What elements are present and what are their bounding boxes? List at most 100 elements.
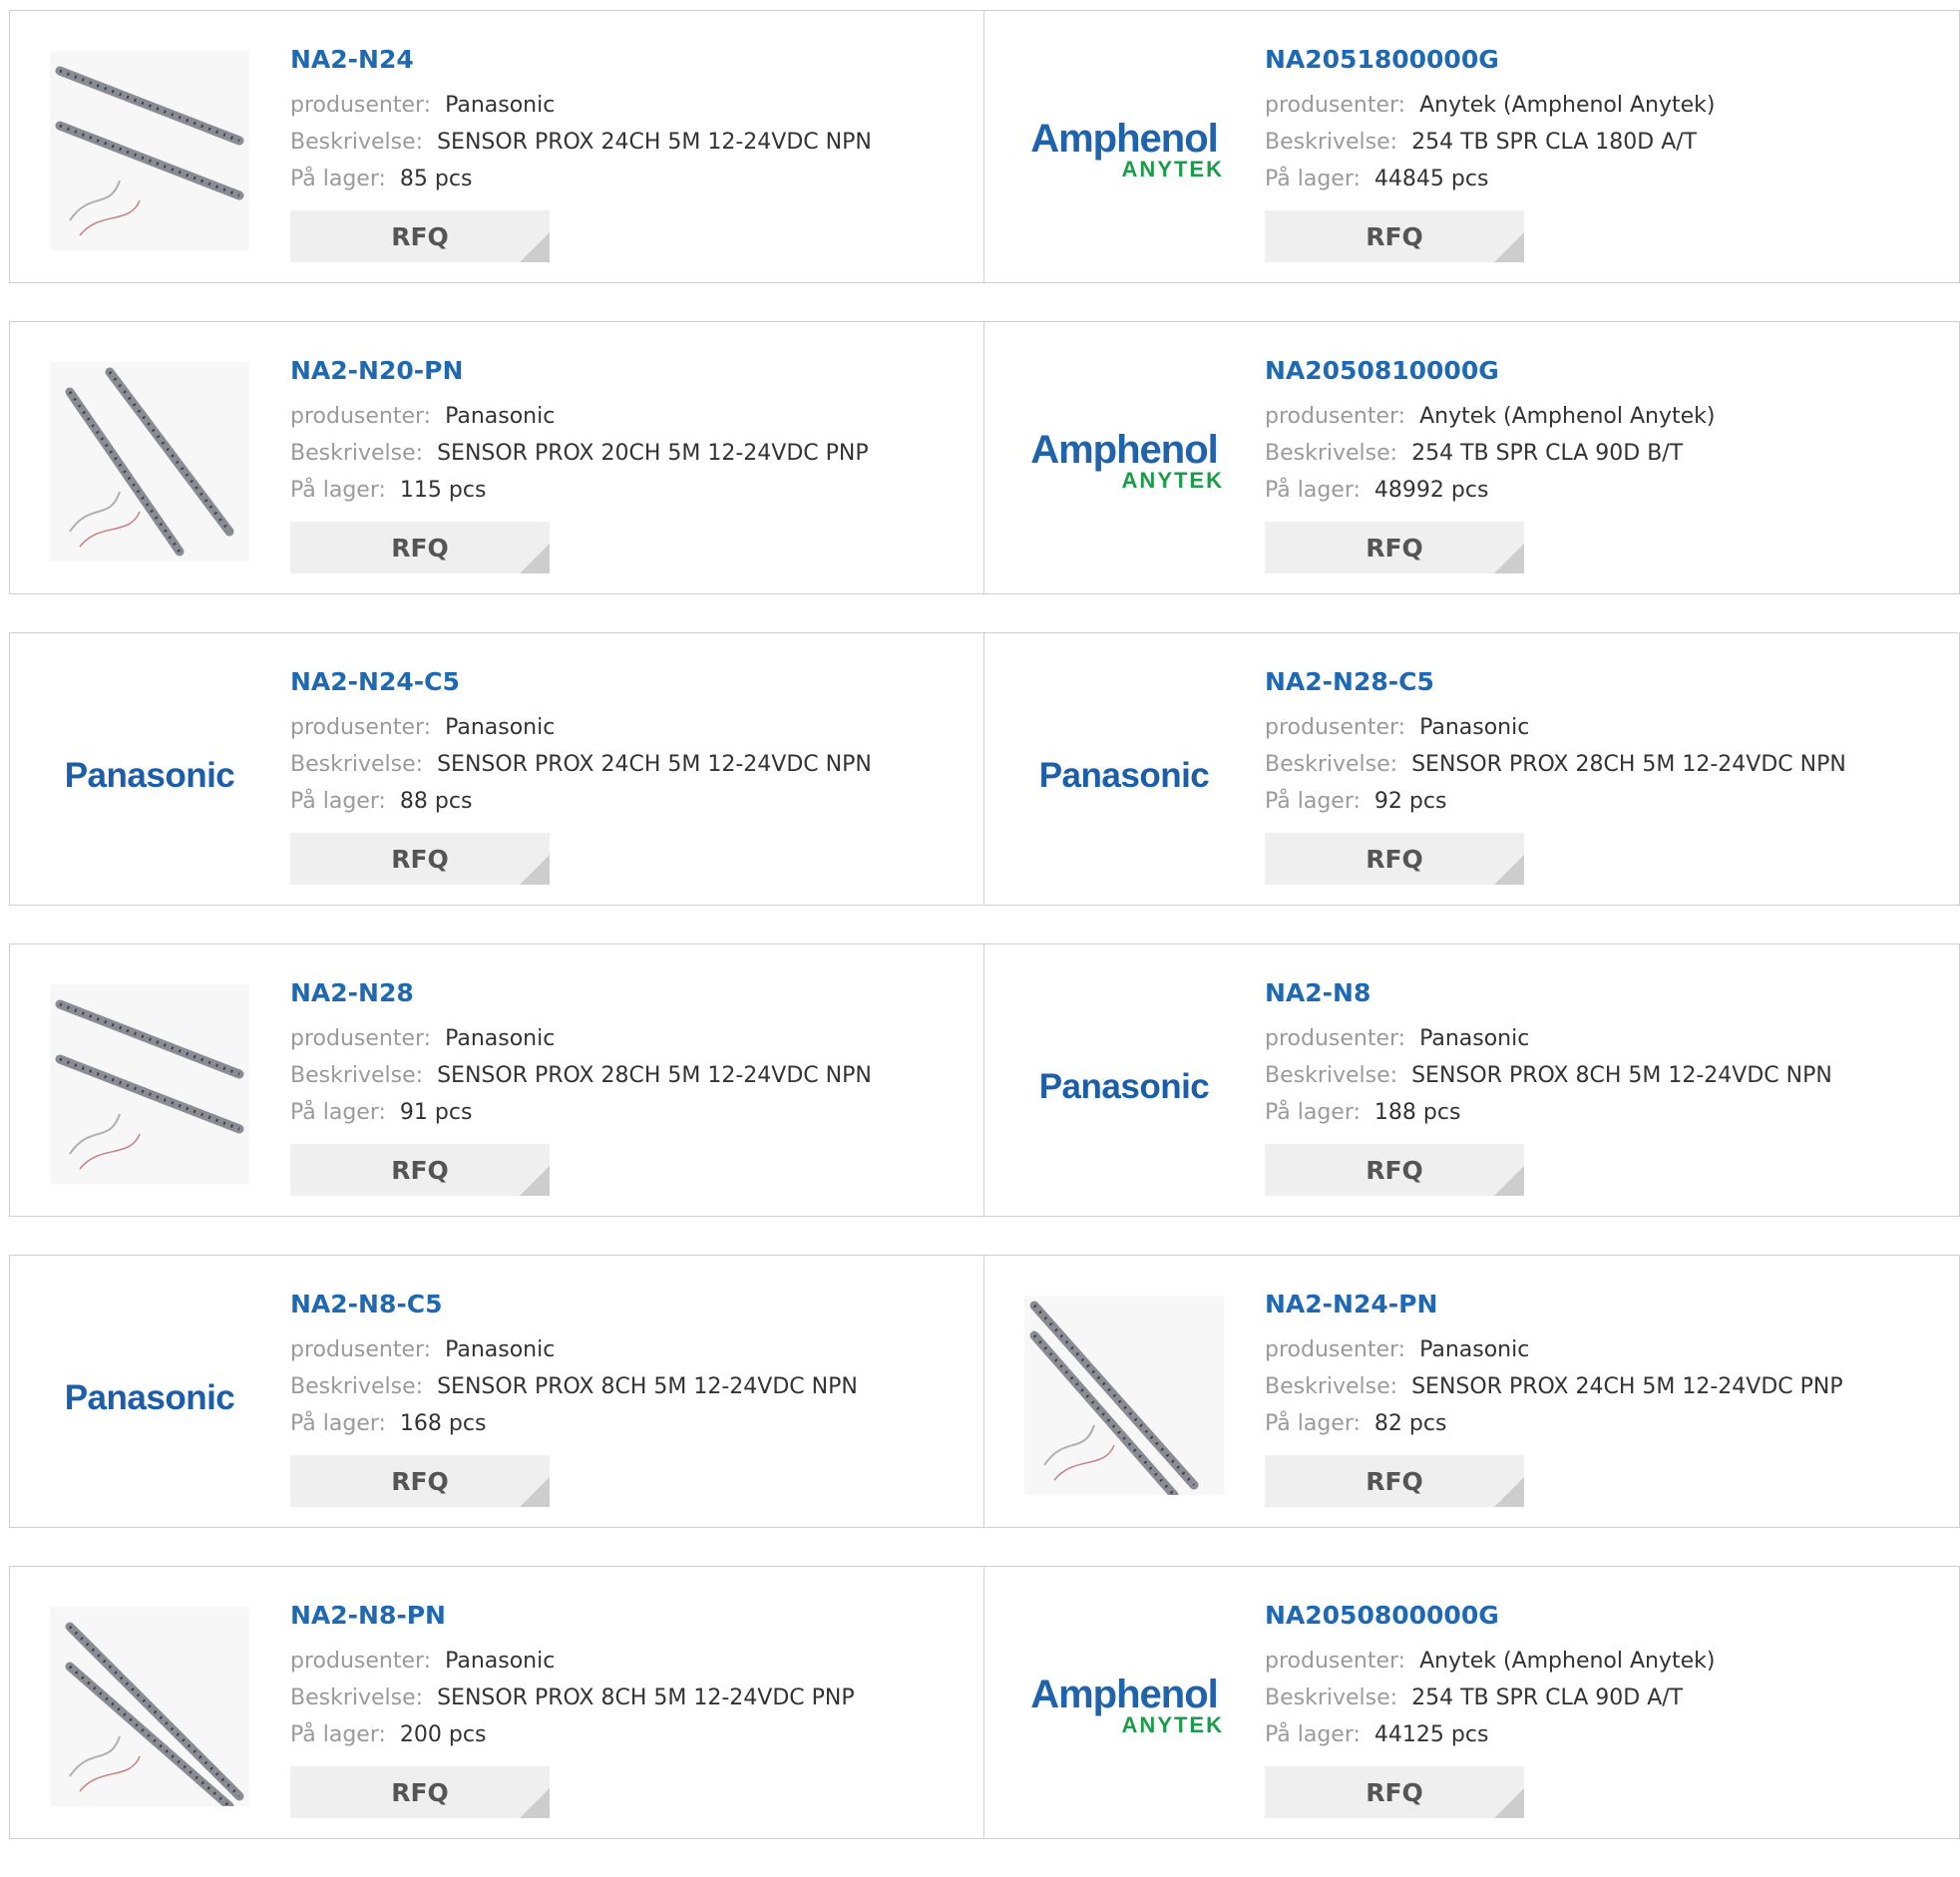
product-card: Amphenol ANYTEK NA2050810000G produsenter: A…	[984, 321, 1960, 594]
panasonic-logo[interactable]: Panasonic	[50, 1296, 249, 1495]
stock-label: På lager:	[290, 478, 386, 503]
rfq-button[interactable]: RFQ	[290, 1455, 550, 1507]
rfq-button[interactable]: RFQ	[1265, 1144, 1524, 1196]
rfq-button[interactable]: RFQ	[1265, 522, 1524, 573]
description-row: Beskrivelse: SENSOR PROX 8CH 5M 12-24VDC …	[1265, 1063, 1832, 1088]
manufacturer-value: Panasonic	[445, 715, 556, 740]
product-part-number-link[interactable]: NA2-N8	[1265, 978, 1371, 1007]
rfq-button[interactable]: RFQ	[1265, 833, 1524, 885]
product-row: Panasonic NA2-N8-C5 produsenter: Panasonic B…	[9, 1255, 1960, 1528]
rfq-button[interactable]: RFQ	[1265, 1455, 1524, 1507]
product-part-number-link[interactable]: NA2-N20-PN	[290, 356, 463, 385]
manufacturer-label: produsenter:	[290, 93, 432, 118]
corner-triangle-icon	[520, 1166, 550, 1196]
manufacturer-value: Panasonic	[445, 404, 556, 429]
stock-label: På lager:	[1265, 1100, 1361, 1125]
rfq-button[interactable]: RFQ	[290, 522, 550, 573]
product-part-number-link[interactable]: NA2050800000G	[1265, 1601, 1499, 1630]
description-value: SENSOR PROX 8CH 5M 12-24VDC NPN	[437, 1374, 858, 1399]
manufacturer-value: Panasonic	[1419, 1026, 1530, 1051]
amphenol-anytek-logo[interactable]: Amphenol ANYTEK	[1024, 1607, 1224, 1806]
product-card: NA2-N24-PN produsenter: Panasonic Beskrivel…	[984, 1255, 1960, 1528]
product-part-number-link[interactable]: NA2-N28-C5	[1265, 667, 1434, 696]
panasonic-logo[interactable]: Panasonic	[50, 673, 249, 873]
manufacturer-row: produsenter: Panasonic	[290, 1026, 555, 1051]
stock-label: På lager:	[1265, 1722, 1361, 1747]
product-card: Panasonic NA2-N24-C5 produsenter: Panasonic…	[9, 632, 984, 906]
stock-row: På lager: 168 pcs	[290, 1411, 486, 1436]
manufacturer-label: produsenter:	[290, 1337, 432, 1362]
panasonic-logo[interactable]: Panasonic	[1024, 984, 1224, 1184]
sensor-bar-photo-icon[interactable]	[50, 51, 249, 250]
product-part-number-link[interactable]: NA2-N28	[290, 978, 414, 1007]
stock-label: På lager:	[290, 1722, 386, 1747]
manufacturer-row: produsenter: Anytek (Amphenol Anytek)	[1265, 404, 1716, 429]
description-label: Beskrivelse:	[1265, 752, 1398, 777]
manufacturer-row: produsenter: Panasonic	[1265, 1337, 1529, 1362]
rfq-button[interactable]: RFQ	[290, 210, 550, 262]
product-card: Panasonic NA2-N8 produsenter: Panasonic Besk…	[984, 943, 1960, 1217]
stock-label: På lager:	[1265, 478, 1361, 503]
description-label: Beskrivelse:	[1265, 1374, 1398, 1399]
rfq-button[interactable]: RFQ	[290, 1766, 550, 1818]
amphenol-anytek-logo[interactable]: Amphenol ANYTEK	[1024, 362, 1224, 562]
product-row: NA2-N20-PN produsenter: Panasonic Beskrivel…	[9, 321, 1960, 594]
anytek-logo-text: ANYTEK	[1121, 468, 1224, 493]
sensor-bar-photo-icon[interactable]	[50, 984, 249, 1184]
product-part-number-link[interactable]: NA2050810000G	[1265, 356, 1499, 385]
stock-value: 82 pcs	[1373, 1411, 1447, 1436]
rfq-button[interactable]: RFQ	[1265, 1766, 1524, 1818]
manufacturer-label: produsenter:	[1265, 93, 1406, 118]
rfq-button-label: RFQ	[1366, 221, 1423, 251]
corner-triangle-icon	[1494, 1477, 1524, 1507]
sensor-bar-photo-icon[interactable]	[50, 362, 249, 562]
stock-row: På lager: 44125 pcs	[1265, 1722, 1488, 1747]
manufacturer-value: Panasonic	[1419, 1337, 1530, 1362]
stock-value: 168 pcs	[399, 1411, 487, 1436]
rfq-button[interactable]: RFQ	[1265, 210, 1524, 262]
product-part-number-link[interactable]: NA2-N8-PN	[290, 1601, 446, 1630]
manufacturer-label: produsenter:	[1265, 1649, 1406, 1674]
rfq-button[interactable]: RFQ	[290, 833, 550, 885]
manufacturer-label: produsenter:	[1265, 1337, 1406, 1362]
stock-row: På lager: 92 pcs	[1265, 789, 1446, 814]
product-part-number-link[interactable]: NA2-N24-C5	[290, 667, 460, 696]
manufacturer-label: produsenter:	[1265, 1026, 1406, 1051]
manufacturer-value: Anytek (Amphenol Anytek)	[1419, 404, 1716, 429]
product-card: NA2-N8-PN produsenter: Panasonic Beskrivels…	[9, 1566, 984, 1839]
stock-row: På lager: 48992 pcs	[1265, 478, 1488, 503]
product-row: NA2-N8-PN produsenter: Panasonic Beskrivels…	[9, 1566, 1960, 1839]
rfq-button[interactable]: RFQ	[290, 1144, 550, 1196]
description-value: SENSOR PROX 8CH 5M 12-24VDC PNP	[437, 1686, 855, 1710]
manufacturer-row: produsenter: Panasonic	[1265, 1026, 1529, 1051]
description-value: SENSOR PROX 28CH 5M 12-24VDC NPN	[1411, 752, 1846, 777]
product-part-number-link[interactable]: NA2-N8-C5	[290, 1290, 442, 1318]
product-row: Panasonic NA2-N24-C5 produsenter: Panasonic…	[9, 632, 1960, 906]
panasonic-logo[interactable]: Panasonic	[1024, 673, 1224, 873]
manufacturer-row: produsenter: Anytek (Amphenol Anytek)	[1265, 1649, 1716, 1674]
amphenol-logo-text: Amphenol	[1030, 1673, 1219, 1716]
manufacturer-value: Panasonic	[445, 1649, 556, 1674]
manufacturer-value: Panasonic	[445, 1337, 556, 1362]
product-part-number-link[interactable]: NA2-N24-PN	[1265, 1290, 1437, 1318]
panasonic-logo-text: Panasonic	[1038, 756, 1210, 795]
stock-row: På lager: 82 pcs	[1265, 1411, 1446, 1436]
description-label: Beskrivelse:	[1265, 1686, 1398, 1710]
manufacturer-row: produsenter: Panasonic	[290, 93, 555, 118]
product-part-number-link[interactable]: NA2051800000G	[1265, 45, 1499, 74]
description-value: SENSOR PROX 24CH 5M 12-24VDC NPN	[437, 752, 872, 777]
product-part-number-link[interactable]: NA2-N24	[290, 45, 414, 74]
product-card: Panasonic NA2-N28-C5 produsenter: Panasonic…	[984, 632, 1960, 906]
sensor-bar-photo-icon[interactable]	[1024, 1296, 1224, 1495]
amphenol-anytek-logo[interactable]: Amphenol ANYTEK	[1024, 51, 1224, 250]
manufacturer-value: Panasonic	[445, 93, 556, 118]
corner-triangle-icon	[520, 232, 550, 262]
rfq-button-label: RFQ	[391, 1466, 449, 1496]
stock-value: 88 pcs	[399, 789, 473, 814]
anytek-logo-text: ANYTEK	[1121, 157, 1224, 182]
description-row: Beskrivelse: SENSOR PROX 24CH 5M 12-24VDC…	[290, 130, 872, 155]
manufacturer-value: Panasonic	[1419, 715, 1530, 740]
description-row: Beskrivelse: SENSOR PROX 8CH 5M 12-24VDC …	[290, 1374, 858, 1399]
sensor-bar-photo-icon[interactable]	[50, 1607, 249, 1806]
description-row: Beskrivelse: SENSOR PROX 24CH 5M 12-24VDC…	[290, 752, 872, 777]
